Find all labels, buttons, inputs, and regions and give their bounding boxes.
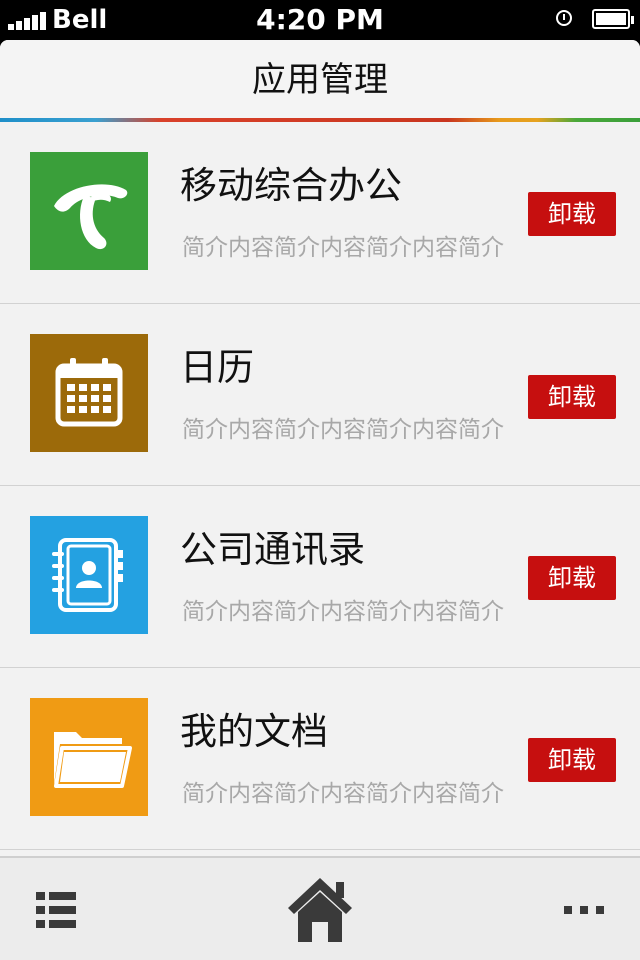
uninstall-button[interactable]: 卸载 [528,375,616,419]
app-description: 简介内容简介内容简介内容简介 [182,599,504,625]
battery-icon [592,9,634,29]
page-title: 应用管理 [252,60,388,100]
app-description: 简介内容简介内容简介内容简介 [182,235,504,261]
app-list: 移动综合办公 简介内容简介内容简介内容简介 卸载 日历 简介内容简介内容简介内容… [0,122,640,850]
app-name: 日历 [180,346,254,389]
app-name: 公司通讯录 [180,528,365,571]
uninstall-button[interactable]: 卸载 [528,192,616,236]
app-screen: 应用管理 移动综合办公 简介内容简介内容简介内容简介 卸载 日历 简介内容简介内… [0,40,640,960]
status-bar: Bell 4:20 PM [0,0,640,40]
list-item[interactable]: 公司通讯录 简介内容简介内容简介内容简介 卸载 [0,486,640,668]
address-book-icon [30,516,148,634]
app-name: 我的文档 [180,710,328,753]
app-description: 简介内容简介内容简介内容简介 [182,417,504,443]
list-item[interactable]: 移动综合办公 简介内容简介内容简介内容简介 卸载 [0,122,640,304]
uninstall-button[interactable]: 卸载 [528,556,616,600]
navigation-bar: 应用管理 [0,40,640,120]
home-icon[interactable] [286,876,354,944]
tab-bar [0,856,640,960]
list-item[interactable]: 我的文档 简介内容简介内容简介内容简介 卸载 [0,668,640,850]
app-description: 简介内容简介内容简介内容简介 [182,781,504,807]
telecom-logo-icon [30,152,148,270]
list-item[interactable]: 日历 简介内容简介内容简介内容简介 卸载 [0,304,640,486]
calendar-icon [30,334,148,452]
folder-icon [30,698,148,816]
uninstall-button[interactable]: 卸载 [528,738,616,782]
alarm-icon [556,10,572,26]
list-icon[interactable] [36,892,76,928]
more-icon[interactable] [564,906,604,916]
app-name: 移动综合办公 [180,164,402,207]
status-time: 4:20 PM [256,3,384,36]
